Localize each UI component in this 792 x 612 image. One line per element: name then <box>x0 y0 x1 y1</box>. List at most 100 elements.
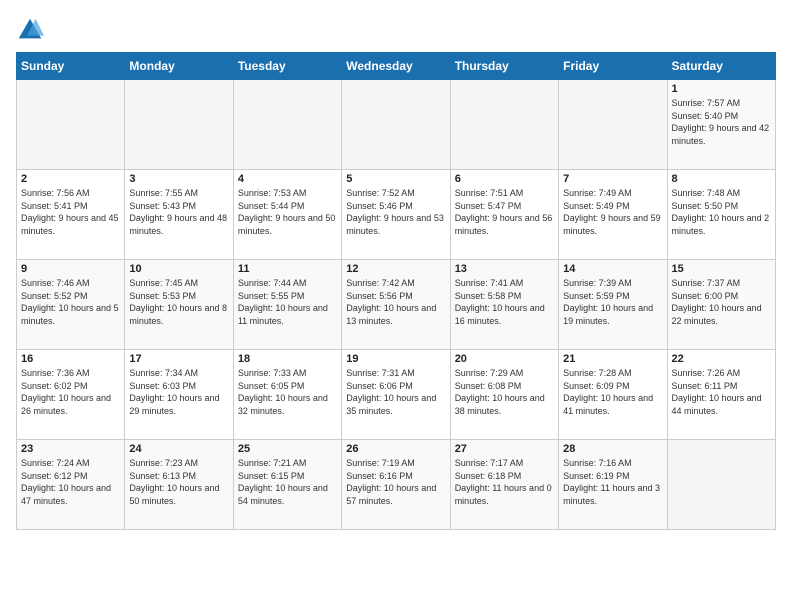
day-number: 12 <box>346 263 445 275</box>
calendar-cell: 16 Sunrise: 7:36 AM Sunset: 6:02 PM Dayli… <box>17 350 125 440</box>
day-info: Sunrise: 7:34 AM Sunset: 6:03 PM Dayligh… <box>129 367 228 417</box>
calendar-cell <box>450 80 558 170</box>
day-number: 15 <box>672 263 771 275</box>
day-info: Sunrise: 7:31 AM Sunset: 6:06 PM Dayligh… <box>346 367 445 417</box>
calendar-cell: 22 Sunrise: 7:26 AM Sunset: 6:11 PM Dayli… <box>667 350 775 440</box>
day-info: Sunrise: 7:29 AM Sunset: 6:08 PM Dayligh… <box>455 367 554 417</box>
calendar-cell: 24 Sunrise: 7:23 AM Sunset: 6:13 PM Dayli… <box>125 440 233 530</box>
calendar-cell <box>342 80 450 170</box>
day-number: 28 <box>563 443 662 455</box>
day-number: 20 <box>455 353 554 365</box>
calendar-week-5: 23 Sunrise: 7:24 AM Sunset: 6:12 PM Dayli… <box>17 440 776 530</box>
calendar-cell: 7 Sunrise: 7:49 AM Sunset: 5:49 PM Daylig… <box>559 170 667 260</box>
calendar-week-4: 16 Sunrise: 7:36 AM Sunset: 6:02 PM Dayli… <box>17 350 776 440</box>
day-number: 25 <box>238 443 337 455</box>
calendar-cell: 4Sunrise: 7:53 AM Sunset: 5:44 PM Daylig… <box>233 170 341 260</box>
day-info: Sunrise: 7:57 AM Sunset: 5:40 PM Dayligh… <box>672 97 771 147</box>
day-number: 4 <box>238 173 337 185</box>
day-number: 17 <box>129 353 228 365</box>
calendar-cell <box>125 80 233 170</box>
calendar-cell: 27 Sunrise: 7:17 AM Sunset: 6:18 PM Dayli… <box>450 440 558 530</box>
day-number: 21 <box>563 353 662 365</box>
day-info: Sunrise: 7:44 AM Sunset: 5:55 PM Dayligh… <box>238 277 337 327</box>
header-wednesday: Wednesday <box>342 53 450 80</box>
day-info: Sunrise: 7:21 AM Sunset: 6:15 PM Dayligh… <box>238 457 337 507</box>
day-number: 8 <box>672 173 771 185</box>
calendar-cell: 14 Sunrise: 7:39 AM Sunset: 5:59 PM Dayli… <box>559 260 667 350</box>
day-info: Sunrise: 7:23 AM Sunset: 6:13 PM Dayligh… <box>129 457 228 507</box>
day-info: Sunrise: 7:26 AM Sunset: 6:11 PM Dayligh… <box>672 367 771 417</box>
day-number: 1 <box>672 83 771 95</box>
calendar-cell: 8 Sunrise: 7:48 AM Sunset: 5:50 PM Daylig… <box>667 170 775 260</box>
day-number: 18 <box>238 353 337 365</box>
day-number: 26 <box>346 443 445 455</box>
day-number: 5 <box>346 173 445 185</box>
header-sunday: Sunday <box>17 53 125 80</box>
day-number: 6 <box>455 173 554 185</box>
day-info: Sunrise: 7:49 AM Sunset: 5:49 PM Dayligh… <box>563 187 662 237</box>
day-info: Sunrise: 7:55 AM Sunset: 5:43 PM Dayligh… <box>129 187 228 237</box>
day-number: 9 <box>21 263 120 275</box>
calendar-cell: 10 Sunrise: 7:45 AM Sunset: 5:53 PM Dayli… <box>125 260 233 350</box>
calendar-cell <box>17 80 125 170</box>
calendar-cell: 26 Sunrise: 7:19 AM Sunset: 6:16 PM Dayli… <box>342 440 450 530</box>
day-info: Sunrise: 7:16 AM Sunset: 6:19 PM Dayligh… <box>563 457 662 507</box>
day-info: Sunrise: 7:42 AM Sunset: 5:56 PM Dayligh… <box>346 277 445 327</box>
day-info: Sunrise: 7:52 AM Sunset: 5:46 PM Dayligh… <box>346 187 445 237</box>
calendar-cell: 11Sunrise: 7:44 AM Sunset: 5:55 PM Dayli… <box>233 260 341 350</box>
calendar-cell <box>559 80 667 170</box>
day-info: Sunrise: 7:51 AM Sunset: 5:47 PM Dayligh… <box>455 187 554 237</box>
day-number: 13 <box>455 263 554 275</box>
page-header <box>16 16 776 44</box>
day-info: Sunrise: 7:56 AM Sunset: 5:41 PM Dayligh… <box>21 187 120 237</box>
day-info: Sunrise: 7:37 AM Sunset: 6:00 PM Dayligh… <box>672 277 771 327</box>
calendar-cell: 25 Sunrise: 7:21 AM Sunset: 6:15 PM Dayli… <box>233 440 341 530</box>
logo <box>16 16 48 44</box>
calendar-cell: 28 Sunrise: 7:16 AM Sunset: 6:19 PM Dayli… <box>559 440 667 530</box>
calendar-cell: 19 Sunrise: 7:31 AM Sunset: 6:06 PM Dayli… <box>342 350 450 440</box>
header-thursday: Thursday <box>450 53 558 80</box>
day-number: 16 <box>21 353 120 365</box>
header-tuesday: Tuesday <box>233 53 341 80</box>
day-info: Sunrise: 7:39 AM Sunset: 5:59 PM Dayligh… <box>563 277 662 327</box>
day-info: Sunrise: 7:48 AM Sunset: 5:50 PM Dayligh… <box>672 187 771 237</box>
day-number: 14 <box>563 263 662 275</box>
calendar-cell: 12 Sunrise: 7:42 AM Sunset: 5:56 PM Dayli… <box>342 260 450 350</box>
day-info: Sunrise: 7:24 AM Sunset: 6:12 PM Dayligh… <box>21 457 120 507</box>
calendar-cell: 15 Sunrise: 7:37 AM Sunset: 6:00 PM Dayli… <box>667 260 775 350</box>
day-info: Sunrise: 7:36 AM Sunset: 6:02 PM Dayligh… <box>21 367 120 417</box>
calendar-cell: 20 Sunrise: 7:29 AM Sunset: 6:08 PM Dayli… <box>450 350 558 440</box>
day-number: 22 <box>672 353 771 365</box>
calendar-week-1: 1 Sunrise: 7:57 AM Sunset: 5:40 PM Daylig… <box>17 80 776 170</box>
header-saturday: Saturday <box>667 53 775 80</box>
day-number: 27 <box>455 443 554 455</box>
calendar-cell <box>233 80 341 170</box>
day-number: 3 <box>129 173 228 185</box>
calendar-week-2: 2 Sunrise: 7:56 AM Sunset: 5:41 PM Daylig… <box>17 170 776 260</box>
calendar-cell: 21 Sunrise: 7:28 AM Sunset: 6:09 PM Dayli… <box>559 350 667 440</box>
calendar-cell: 23 Sunrise: 7:24 AM Sunset: 6:12 PM Dayli… <box>17 440 125 530</box>
calendar-cell: 1 Sunrise: 7:57 AM Sunset: 5:40 PM Daylig… <box>667 80 775 170</box>
day-number: 2 <box>21 173 120 185</box>
day-number: 24 <box>129 443 228 455</box>
header-monday: Monday <box>125 53 233 80</box>
day-info: Sunrise: 7:28 AM Sunset: 6:09 PM Dayligh… <box>563 367 662 417</box>
day-number: 7 <box>563 173 662 185</box>
day-number: 10 <box>129 263 228 275</box>
calendar-cell: 2 Sunrise: 7:56 AM Sunset: 5:41 PM Daylig… <box>17 170 125 260</box>
day-info: Sunrise: 7:45 AM Sunset: 5:53 PM Dayligh… <box>129 277 228 327</box>
header-friday: Friday <box>559 53 667 80</box>
calendar-cell: 13 Sunrise: 7:41 AM Sunset: 5:58 PM Dayli… <box>450 260 558 350</box>
calendar-cell: 6 Sunrise: 7:51 AM Sunset: 5:47 PM Daylig… <box>450 170 558 260</box>
calendar-week-3: 9Sunrise: 7:46 AM Sunset: 5:52 PM Daylig… <box>17 260 776 350</box>
calendar-cell: 5 Sunrise: 7:52 AM Sunset: 5:46 PM Daylig… <box>342 170 450 260</box>
day-info: Sunrise: 7:17 AM Sunset: 6:18 PM Dayligh… <box>455 457 554 507</box>
calendar-cell: 17 Sunrise: 7:34 AM Sunset: 6:03 PM Dayli… <box>125 350 233 440</box>
calendar-cell <box>667 440 775 530</box>
day-number: 19 <box>346 353 445 365</box>
day-info: Sunrise: 7:19 AM Sunset: 6:16 PM Dayligh… <box>346 457 445 507</box>
logo-icon <box>16 16 44 44</box>
calendar-cell: 18Sunrise: 7:33 AM Sunset: 6:05 PM Dayli… <box>233 350 341 440</box>
day-info: Sunrise: 7:41 AM Sunset: 5:58 PM Dayligh… <box>455 277 554 327</box>
day-number: 23 <box>21 443 120 455</box>
